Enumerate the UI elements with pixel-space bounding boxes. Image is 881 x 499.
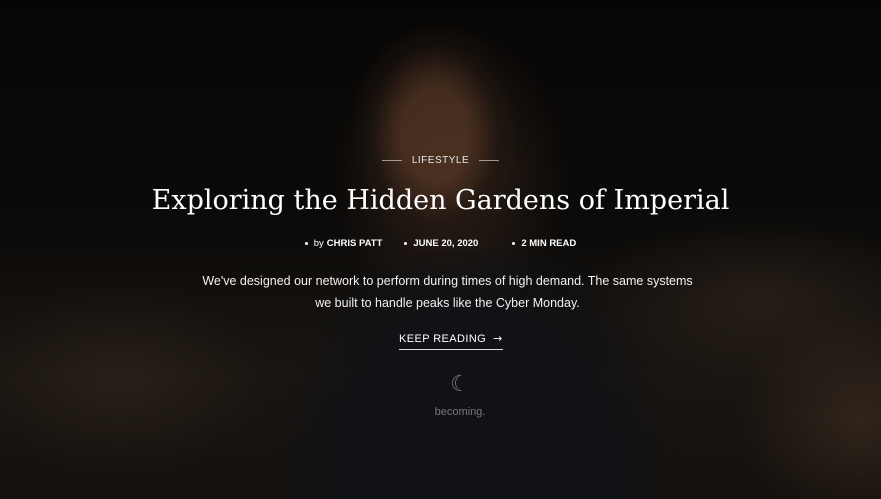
category-link[interactable]: LIFESTYLE — [412, 155, 469, 166]
arrow-right-icon: → — [493, 332, 503, 345]
post-title[interactable]: Exploring the Hidden Gardens of Imperial — [0, 180, 881, 222]
keep-reading-link[interactable]: KEEP READING → — [399, 332, 503, 350]
category-line-right — [479, 160, 500, 161]
read-time: 2 MIN READ — [521, 238, 577, 249]
bullet-icon — [304, 242, 308, 245]
meta-read-time: 2 MIN READ — [512, 238, 576, 249]
bullet-icon — [512, 242, 516, 245]
author-by-label: by — [313, 238, 324, 249]
excerpt-line-1: We've designed our network to perform du… — [202, 274, 693, 288]
excerpt-line-2: we built to handle peaks like the Cyber … — [315, 296, 580, 310]
bullet-icon — [404, 242, 408, 245]
hero-section: ☾ becoming. LIFESTYLE Exploring the Hidd… — [0, 0, 881, 499]
keep-reading-label: KEEP READING — [399, 332, 487, 345]
meta-author: by CHRIS PATT — [304, 238, 383, 249]
post-date: JUNE 20, 2020 — [413, 238, 479, 249]
dark-overlay — [0, 0, 881, 499]
post-category: LIFESTYLE — [0, 155, 881, 166]
author-link[interactable]: CHRIS PATT — [327, 238, 383, 249]
shirt-print: ☾ becoming. — [430, 372, 490, 418]
meta-date: JUNE 20, 2020 — [404, 238, 478, 249]
crescent-moon-icon: ☾ — [450, 372, 470, 397]
post-meta: by CHRIS PATT JUNE 20, 2020 2 MIN READ — [0, 238, 881, 249]
shirt-text: becoming. — [434, 406, 486, 418]
category-line-left — [381, 160, 402, 161]
post-excerpt: We've designed our network to perform du… — [195, 270, 700, 314]
